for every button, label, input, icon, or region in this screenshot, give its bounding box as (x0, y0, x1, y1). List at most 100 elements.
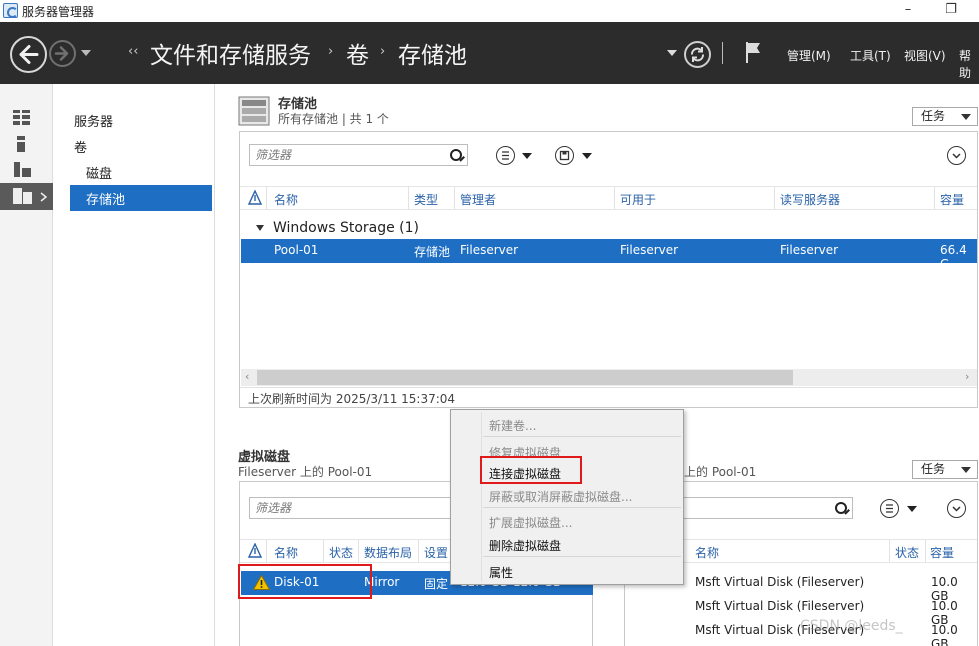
column-separator (266, 540, 267, 562)
breadcrumb-separator-icon: › (328, 44, 334, 59)
chevron-down-icon[interactable] (907, 506, 917, 512)
search-icon[interactable] (450, 149, 462, 161)
scroll-right-icon[interactable]: › (965, 370, 969, 383)
menu-delete-vdisk[interactable]: 删除虚拟磁盘 (489, 537, 561, 554)
breadcrumb-dropdown-icon[interactable] (667, 50, 677, 56)
menu-separator (483, 436, 681, 437)
menu-view[interactable]: 视图(V) (904, 47, 946, 64)
column-separator (408, 187, 409, 209)
col-provisioning[interactable]: 设置 (424, 544, 448, 561)
secondary-nav (53, 84, 215, 646)
save-query-icon[interactable] (555, 146, 574, 165)
toolbar-divider (722, 42, 723, 64)
notifications-flag-icon[interactable] (744, 40, 764, 67)
row-name: Pool-01 (274, 243, 319, 257)
breadcrumb-separator-icon: › (380, 44, 386, 59)
navigation-bar: ‹‹ 文件和存储服务 › 卷 › 存储池 管理(M) 工具(T) 视图(V) 帮… (0, 22, 979, 84)
row-type: 存储池 (414, 245, 451, 259)
chevron-down-icon (961, 114, 971, 120)
search-icon[interactable] (835, 502, 847, 514)
col-name[interactable]: 名称 (274, 544, 298, 561)
col-capacity[interactable]: 容量 (940, 191, 964, 208)
nav-storage-pools[interactable]: 存储池 (70, 185, 212, 211)
physical-tasks-button[interactable]: 任务 (912, 460, 978, 479)
group-collapse-icon[interactable] (256, 225, 264, 231)
nav-disks[interactable]: 磁盘 (86, 163, 112, 182)
warning-column-icon (247, 189, 263, 209)
storage-pools-panel: 筛选器 名称 类型 管理者 可用于 读写服务器 容量 Windows Stora… (239, 131, 978, 408)
pools-filter-input[interactable]: 筛选器 (249, 144, 468, 166)
dashboard-icon[interactable] (13, 110, 30, 128)
expand-arrow-icon (40, 192, 48, 202)
col-status[interactable]: 状态 (329, 544, 353, 561)
col-managed-by[interactable]: 管理者 (460, 191, 496, 208)
minimize-button[interactable]: – (893, 0, 923, 22)
col-available-to[interactable]: 可用于 (620, 191, 656, 208)
list-options-icon[interactable] (880, 499, 899, 518)
horizontal-scrollbar[interactable]: ‹ › (241, 369, 977, 386)
menu-gutter-divider (481, 412, 482, 582)
highlight-box-attach (480, 456, 582, 484)
breadcrumb-file-storage[interactable]: 文件和存储服务 (150, 36, 311, 70)
column-separator (454, 187, 455, 209)
list-options-icon[interactable] (496, 146, 515, 165)
back-arrow-icon (19, 45, 39, 64)
col-rw-server[interactable]: 读写服务器 (780, 191, 840, 208)
nav-volumes[interactable]: 卷 (74, 137, 87, 156)
row-rw-server: Fileserver (780, 243, 839, 257)
menu-extend-vdisk[interactable]: 扩展虚拟磁盘... (489, 514, 572, 531)
collapse-section-icon[interactable] (947, 146, 966, 165)
menu-help[interactable]: 帮助 (959, 47, 979, 81)
refresh-button[interactable] (684, 41, 711, 68)
title-bar: 服务器管理器 – ❐ (0, 0, 979, 22)
menu-new-volume[interactable]: 新建卷... (489, 417, 536, 434)
column-separator (889, 540, 890, 562)
storage-pools-subtitle: 所有存储池 | 共 1 个 (278, 112, 389, 126)
last-refresh-text: 上次刷新时间为 2025/3/11 15:37:04 (248, 392, 456, 406)
pools-tasks-button[interactable]: 任务 (912, 107, 978, 126)
col-capacity[interactable]: 容量 (930, 544, 954, 561)
all-servers-icon[interactable] (14, 162, 31, 180)
context-menu: 新建卷... 修复虚拟磁盘 连接虚拟磁盘 屏蔽或取消屏蔽虚拟磁盘... 扩展虚拟… (450, 409, 684, 585)
col-type[interactable]: 类型 (414, 191, 438, 208)
collapse-section-icon[interactable] (947, 499, 966, 518)
menu-manage[interactable]: 管理(M) (787, 47, 831, 64)
row-capacity: 66.4 G (940, 243, 967, 271)
col-name[interactable]: 名称 (274, 191, 298, 208)
col-layout[interactable]: 数据布局 (364, 544, 412, 561)
breadcrumb-storage-pools[interactable]: 存储池 (398, 36, 467, 70)
restore-button[interactable]: ❐ (936, 0, 966, 22)
row-capacity: 10.0 GB (931, 623, 958, 646)
table-row[interactable]: Pool-01 存储池 Fileserver Fileserver Filese… (241, 239, 977, 271)
pools-tasks-label: 任务 (921, 109, 946, 123)
pool-group-label: Windows Storage (1) (273, 220, 420, 236)
back-button[interactable] (10, 36, 47, 73)
highlight-box-disk (238, 564, 372, 599)
history-dropdown-icon[interactable] (81, 50, 91, 56)
col-status[interactable]: 状态 (895, 544, 919, 561)
menu-tools[interactable]: 工具(T) (850, 47, 891, 64)
menu-separator (483, 556, 681, 557)
file-storage-nav-item[interactable] (0, 183, 53, 210)
menu-separator (483, 507, 681, 508)
col-name[interactable]: 名称 (695, 544, 719, 561)
scroll-left-icon[interactable]: ‹ (245, 370, 249, 383)
forward-button[interactable] (49, 40, 76, 67)
column-separator (925, 540, 926, 562)
menu-mask-unmask-vdisk[interactable]: 屏蔽或取消屏蔽虚拟磁盘... (489, 488, 632, 505)
chevron-down-icon[interactable] (582, 153, 592, 159)
warning-column-icon (247, 542, 263, 562)
nav-servers[interactable]: 服务器 (74, 111, 113, 130)
menu-properties[interactable]: 属性 (489, 564, 513, 581)
virtual-disks-subtitle: Fileserver 上的 Pool-01 (238, 465, 373, 479)
row-provisioning: 固定 (424, 577, 449, 591)
column-separator (418, 540, 419, 562)
chevron-down-icon[interactable] (522, 153, 532, 159)
breadcrumb-start-icon: ‹‹ (128, 44, 139, 59)
breadcrumb-volumes[interactable]: 卷 (346, 36, 369, 70)
scrollbar-thumb[interactable] (257, 370, 793, 385)
table-row[interactable]: Msft Virtual Disk (Fileserver) 10.0 GB (625, 595, 977, 627)
row-name: Msft Virtual Disk (Fileserver) (695, 599, 865, 613)
local-server-icon[interactable] (17, 136, 25, 155)
pools-table-header: 名称 类型 管理者 可用于 读写服务器 容量 (240, 186, 977, 210)
